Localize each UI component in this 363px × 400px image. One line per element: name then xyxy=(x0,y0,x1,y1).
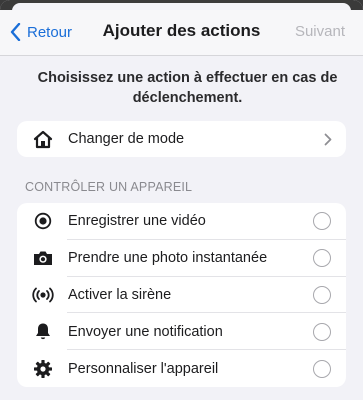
navigation-bar: Retour Ajouter des actions Suivant xyxy=(0,10,363,56)
radio-button[interactable] xyxy=(313,249,331,268)
action-row-record-video[interactable]: Enregistrer une vidéo xyxy=(17,203,346,240)
change-mode-card: Changer de mode xyxy=(17,121,346,157)
next-button[interactable]: Suivant xyxy=(295,23,345,40)
action-label: Prendre une photo instantanée xyxy=(68,250,268,267)
intro-text: Choisissez une action à effectuer en cas… xyxy=(37,70,338,106)
action-row-siren[interactable]: Activer la sirène xyxy=(17,277,346,314)
action-row-notification[interactable]: Envoyer une notification xyxy=(17,313,346,351)
record-icon xyxy=(32,210,54,232)
bell-icon xyxy=(32,321,54,343)
siren-icon xyxy=(32,284,54,306)
radio-button[interactable] xyxy=(313,359,331,378)
radio-button[interactable] xyxy=(313,212,331,231)
action-label: Activer la sirène xyxy=(68,286,172,303)
home-icon xyxy=(32,128,54,150)
action-sheet: Retour Ajouter des actions Suivant Chois… xyxy=(0,0,363,400)
radio-button[interactable] xyxy=(313,322,331,341)
section-header: CONTRÔLER UN APPAREIL xyxy=(25,180,193,194)
change-mode-label: Changer de mode xyxy=(68,131,185,147)
change-mode-row[interactable]: Changer de mode xyxy=(17,121,346,157)
sheet-top-edge xyxy=(0,0,363,11)
radio-button[interactable] xyxy=(313,285,331,304)
device-actions-card: Enregistrer une vidéo Prendre une photo … xyxy=(17,203,346,387)
action-row-snapshot[interactable]: Prendre une photo instantanée xyxy=(17,240,346,277)
gear-icon xyxy=(32,358,54,380)
action-label: Envoyer une notification xyxy=(68,323,223,340)
action-label: Personnaliser l'appareil xyxy=(68,360,219,377)
camera-icon xyxy=(32,247,54,269)
action-row-customize[interactable]: Personnaliser l'appareil xyxy=(17,350,346,387)
action-label: Enregistrer une vidéo xyxy=(68,213,206,230)
chevron-right-icon xyxy=(324,133,332,146)
